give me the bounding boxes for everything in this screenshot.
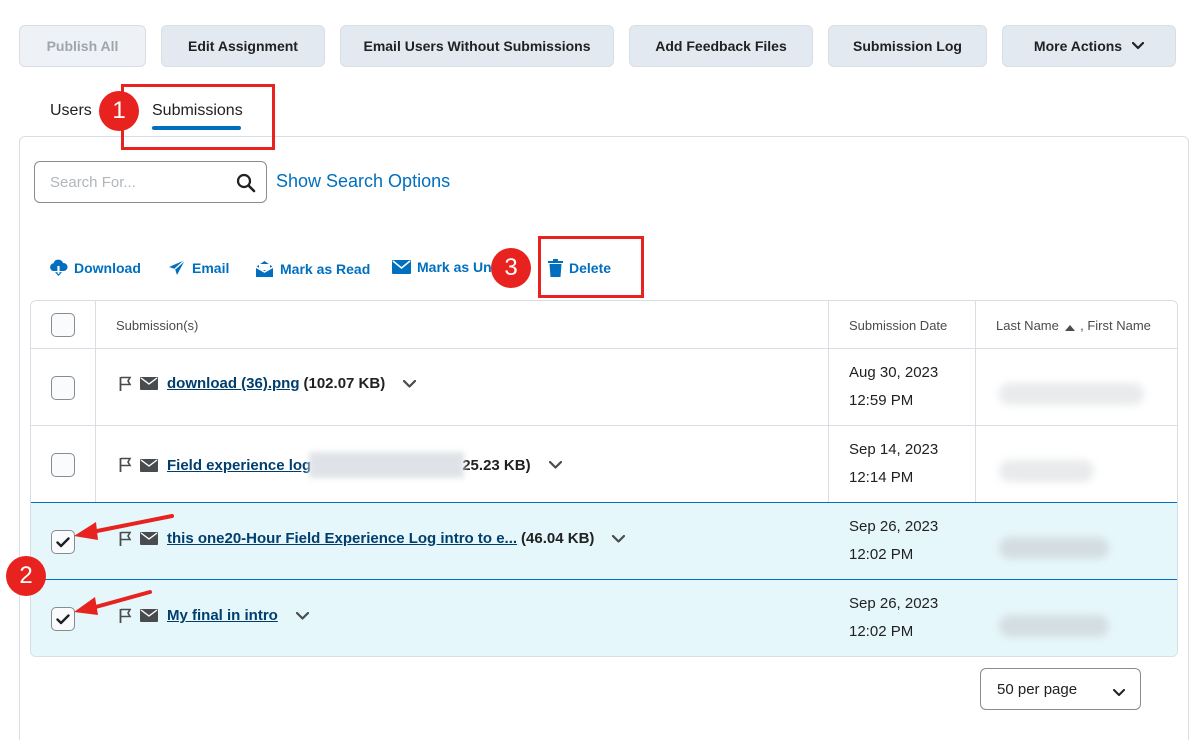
more-actions-button[interactable]: More Actions <box>1002 25 1176 67</box>
annotation-arrow-row4 <box>74 590 152 615</box>
search-input[interactable] <box>50 173 225 191</box>
email-users-button[interactable]: Email Users Without Submissions <box>340 25 614 67</box>
edit-assignment-button[interactable]: Edit Assignment <box>161 25 325 67</box>
email-action[interactable]: Email <box>168 259 229 276</box>
envelope-icon <box>140 458 158 472</box>
submission-date-time: 12:14 PM <box>849 469 914 486</box>
mark-as-read-action[interactable]: Mark as Read <box>255 259 370 278</box>
file-size: 25.23 KB) <box>462 456 531 474</box>
chevron-down-icon[interactable] <box>612 534 626 543</box>
chevron-down-icon[interactable] <box>548 461 562 469</box>
per-page-value: 50 per page <box>997 680 1078 698</box>
select-all-checkbox[interactable] <box>51 313 75 337</box>
submission-date-column-header[interactable]: Submission Date <box>849 318 947 333</box>
redacted-student-name <box>999 383 1144 405</box>
publish-all-button[interactable]: Publish All <box>19 25 146 67</box>
table-row: Field experience log 25.23 KB) Sep 14, 2… <box>31 426 1177 503</box>
checkmark-icon <box>56 536 70 547</box>
chevron-down-icon[interactable] <box>295 611 309 620</box>
name-column-header: Last Name , First Name <box>996 318 1151 334</box>
checkmark-icon <box>56 613 70 624</box>
submission-date: Sep 26, 2023 12:02 PM <box>849 590 938 646</box>
file-size: (102.07 KB) <box>303 375 386 392</box>
submission-date-time: 12:02 PM <box>849 546 914 563</box>
redacted-student-name <box>999 460 1094 482</box>
submission-log-label: Submission Log <box>853 38 962 54</box>
submission-cell: this one20-Hour Field Experience Log int… <box>119 530 626 547</box>
last-name-sort-link[interactable]: Last Name <box>996 318 1059 333</box>
cloud-download-icon <box>49 259 68 277</box>
submission-date-day: Aug 30, 2023 <box>849 364 939 381</box>
email-users-label: Email Users Without Submissions <box>363 38 591 54</box>
row-checkbox[interactable] <box>51 453 75 477</box>
submission-date: Sep 14, 2023 12:14 PM <box>849 436 938 492</box>
add-feedback-files-button[interactable]: Add Feedback Files <box>629 25 813 67</box>
chevron-down-icon <box>1132 42 1145 50</box>
chevron-down-icon <box>1113 684 1125 701</box>
submission-file-link[interactable]: this one20-Hour Field Experience Log int… <box>167 530 517 547</box>
search-icon[interactable] <box>236 173 256 198</box>
add-feedback-label: Add Feedback Files <box>655 38 787 54</box>
row-checkbox[interactable] <box>51 376 75 400</box>
download-label: Download <box>74 260 141 276</box>
submission-date-day: Sep 14, 2023 <box>849 441 939 458</box>
email-label: Email <box>192 259 230 276</box>
redacted-filename <box>309 452 465 478</box>
submission-date: Aug 30, 2023 12:59 PM <box>849 359 938 415</box>
submission-cell: download (36).png (102.07 KB) <box>119 375 417 392</box>
annotation-step-2-badge: 2 <box>6 556 46 596</box>
file-size: (46.04 KB) <box>521 530 595 547</box>
more-actions-label: More Actions <box>1033 38 1123 54</box>
envelope-icon <box>392 260 411 274</box>
download-action[interactable]: Download <box>49 259 141 277</box>
mark-as-unread-action[interactable]: Mark as Un <box>392 259 492 275</box>
submission-date: Sep 26, 2023 12:02 PM <box>849 513 938 569</box>
submission-date-time: 12:02 PM <box>849 623 914 640</box>
submission-date-day: Sep 26, 2023 <box>849 518 939 535</box>
show-search-options-link[interactable]: Show Search Options <box>276 171 450 192</box>
flag-icon[interactable] <box>119 376 132 392</box>
search-box <box>34 161 267 203</box>
publish-all-label: Publish All <box>46 38 119 54</box>
submission-cell: Field experience log 25.23 KB) <box>119 452 562 478</box>
submission-date-time: 12:59 PM <box>849 392 914 409</box>
mark-as-read-label: Mark as Read <box>280 260 371 277</box>
submissions-column-header[interactable]: Submission(s) <box>116 318 198 333</box>
submission-file-link[interactable]: Field experience log <box>167 457 311 474</box>
table-row: My final in intro Sep 26, 2023 12:02 PM <box>31 579 1177 656</box>
annotation-step-3-badge: 3 <box>491 248 531 288</box>
submission-file-link[interactable]: download (36).png <box>167 375 300 392</box>
flag-icon[interactable] <box>119 457 132 473</box>
annotation-box-delete <box>538 236 644 298</box>
first-name-sort-link[interactable]: , First Name <box>1080 318 1151 333</box>
redacted-student-name <box>999 537 1109 559</box>
paper-plane-icon <box>168 259 186 276</box>
envelope-icon <box>140 377 158 390</box>
open-envelope-icon <box>255 259 274 278</box>
annotation-step-1-badge: 1 <box>99 91 139 131</box>
annotation-box-submissions-tab <box>121 84 275 150</box>
mark-as-unread-label: Mark as Un <box>417 259 492 275</box>
annotation-arrow-row3 <box>74 514 174 540</box>
table-row: this one20-Hour Field Experience Log int… <box>31 502 1177 580</box>
redacted-student-name <box>999 615 1109 637</box>
table-row: download (36).png (102.07 KB) Aug 30, 20… <box>31 349 1177 426</box>
submission-date-day: Sep 26, 2023 <box>849 595 939 612</box>
table-header-row: Submission(s) Submission Date Last Name … <box>31 301 1177 349</box>
chevron-down-icon[interactable] <box>403 379 417 388</box>
sort-ascending-icon <box>1064 319 1075 334</box>
submission-log-button[interactable]: Submission Log <box>828 25 987 67</box>
per-page-select[interactable]: 50 per page <box>980 668 1141 710</box>
submissions-table: Submission(s) Submission Date Last Name … <box>30 300 1178 657</box>
submission-file-link[interactable]: My final in intro <box>167 607 278 624</box>
tab-users[interactable]: Users <box>50 102 92 120</box>
edit-assignment-label: Edit Assignment <box>188 38 298 54</box>
